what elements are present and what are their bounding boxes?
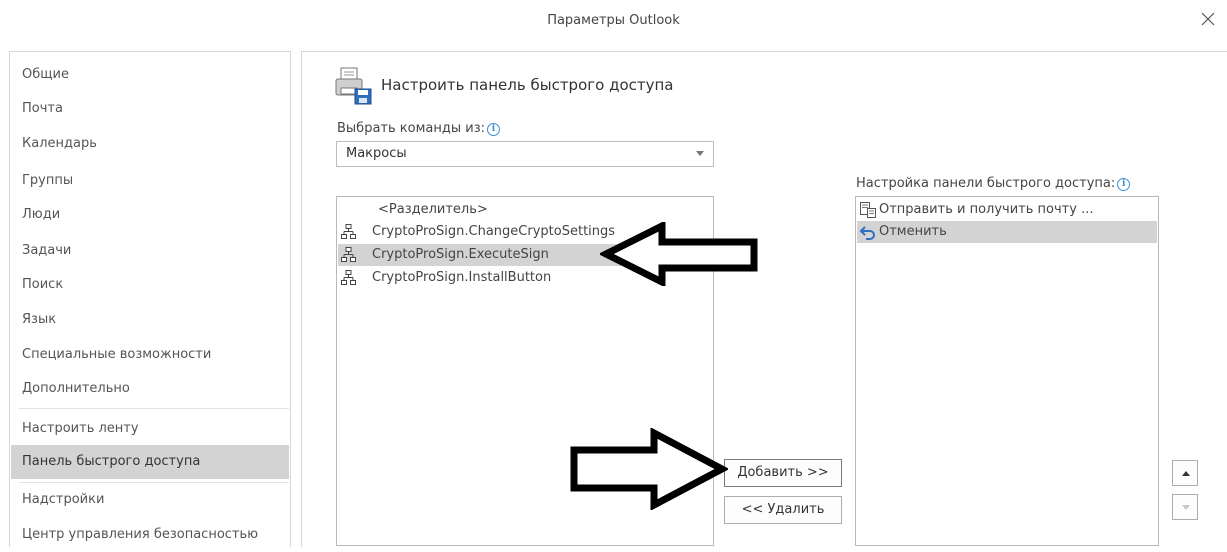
section-title: Настроить панель быстрого доступа [381, 76, 674, 94]
nav-item-groups[interactable]: Группы [11, 164, 289, 198]
nav-item-trust-center[interactable]: Центр управления безопасностью [11, 518, 289, 552]
info-icon[interactable]: i [1117, 178, 1131, 191]
window-title: Параметры Outlook [547, 13, 680, 28]
list-item-label: CryptoProSign.ChangeCryptoSettings [372, 224, 616, 239]
nav-divider [19, 408, 289, 409]
choose-commands-label: Выбрать команды из: i [337, 121, 500, 136]
macro-icon [341, 247, 356, 262]
nav-item-calendar[interactable]: Календарь [11, 127, 289, 161]
list-item-label: CryptoProSign.InstallButton [372, 270, 552, 285]
triangle-down-icon [1182, 505, 1190, 510]
move-up-button[interactable] [1172, 460, 1198, 486]
remove-button[interactable]: << Удалить [724, 496, 842, 524]
quick-access-toolbar-icon [333, 66, 373, 106]
add-button[interactable]: Добавить >> [724, 459, 842, 487]
close-icon[interactable] [1197, 8, 1219, 30]
nav-item-language[interactable]: Язык [11, 303, 289, 337]
nav-item-general[interactable]: Общие [11, 58, 289, 92]
qat-customize-text: Настройка панели быстрого доступа: [856, 176, 1116, 191]
annotation-arrow-right-icon [570, 428, 728, 510]
list-item-separator[interactable]: <Разделитель> [338, 199, 712, 221]
annotation-arrow-left-icon [600, 222, 758, 286]
send-receive-icon [860, 202, 876, 218]
options-nav: Общие Почта Календарь Группы Люди Задачи… [9, 51, 291, 547]
move-down-button[interactable] [1172, 494, 1198, 520]
triangle-up-icon [1182, 471, 1190, 476]
chevron-down-icon [696, 151, 704, 156]
list-item-label: Отправить и получить почту ... [879, 202, 1094, 217]
choose-commands-text: Выбрать команды из: [337, 121, 485, 136]
nav-item-quick-access-toolbar[interactable]: Панель быстрого доступа [11, 445, 289, 479]
nav-item-addins[interactable]: Надстройки [11, 483, 289, 517]
undo-icon [859, 226, 875, 240]
list-item-label: <Разделитель> [378, 202, 488, 217]
dropdown-value: Макросы [346, 146, 407, 161]
nav-item-search[interactable]: Поиск [11, 268, 289, 302]
nav-item-customize-ribbon[interactable]: Настроить ленту [11, 412, 289, 446]
info-icon[interactable]: i [487, 123, 500, 136]
list-item-selected[interactable]: Отменить [857, 221, 1157, 243]
choose-commands-dropdown[interactable]: Макросы [336, 141, 714, 167]
nav-item-people[interactable]: Люди [11, 198, 289, 232]
list-item-label: CryptoProSign.ExecuteSign [372, 247, 549, 262]
nav-item-mail[interactable]: Почта [11, 92, 289, 126]
qat-customize-label: Настройка панели быстрого доступа: i [856, 176, 1131, 191]
nav-item-accessibility[interactable]: Специальные возможности [11, 338, 289, 372]
quick-access-toolbar-list[interactable]: Отправить и получить почту ... Отменить [855, 196, 1159, 546]
list-item-label: Отменить [879, 224, 947, 239]
nav-item-advanced[interactable]: Дополнительно [11, 372, 289, 406]
nav-item-tasks[interactable]: Задачи [11, 234, 289, 268]
macro-icon [341, 224, 356, 239]
list-item[interactable]: Отправить и получить почту ... [857, 199, 1157, 221]
macro-icon [341, 270, 356, 285]
